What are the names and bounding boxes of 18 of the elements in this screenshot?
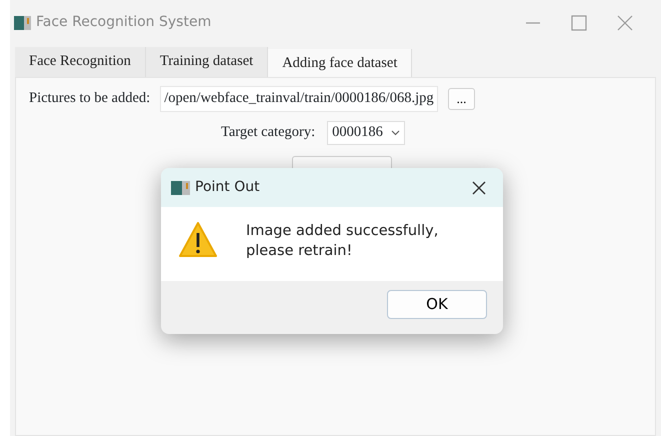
- category-dropdown[interactable]: 0000186: [327, 120, 405, 144]
- tab[interactable]: Face Recognition: [15, 47, 146, 77]
- message-text: Image added successfully, please retrain!: [246, 222, 438, 261]
- dialog-title: Point Out: [195, 178, 260, 197]
- warning-icon: [178, 221, 218, 259]
- tab[interactable]: Adding face dataset: [268, 49, 412, 77]
- path-field[interactable]: /open/webface_trainval/train/0000186/068.jpg: [160, 86, 438, 112]
- maximize-icon[interactable]: [569, 12, 589, 32]
- tab[interactable]: Training dataset: [146, 47, 268, 77]
- app-icon: [14, 14, 32, 30]
- browse-button[interactable]: ...: [448, 88, 476, 110]
- ok-button[interactable]: OK: [387, 290, 487, 319]
- chevron-icon: [390, 130, 400, 136]
- field-label: Pictures to be added:: [29, 89, 150, 108]
- close-icon[interactable]: [471, 180, 487, 196]
- window-title: Face Recognition System: [36, 13, 212, 32]
- field-label: Target category:: [221, 122, 316, 142]
- app-icon: [171, 180, 191, 196]
